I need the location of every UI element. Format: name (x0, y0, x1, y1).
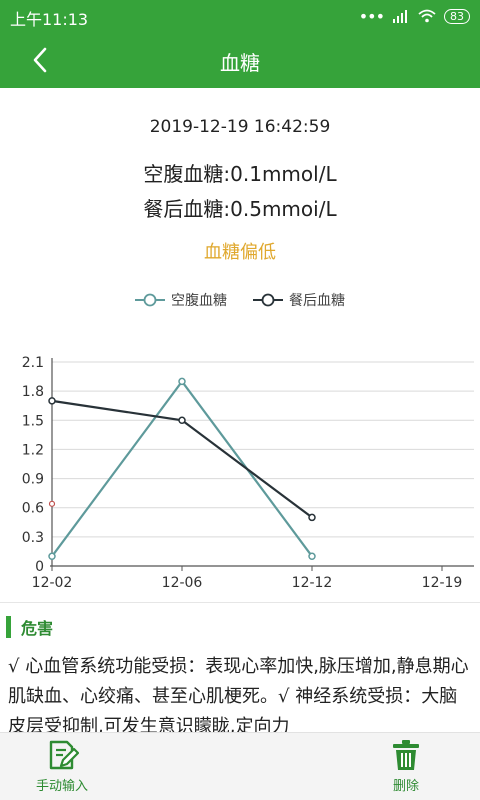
data-point (178, 416, 186, 425)
legend-label-fasting: 空腹血糖 (171, 293, 227, 309)
reference-point (48, 500, 56, 507)
trash-icon (393, 740, 419, 770)
glucose-status-text: 血糖偏低 (204, 242, 276, 263)
x-tick-label: 12-12 (292, 575, 333, 591)
section-accent-bar (6, 616, 11, 638)
y-tick-label: 0 (35, 559, 44, 575)
legend-item-fasting: 空腹血糖 (135, 290, 227, 310)
data-point (308, 552, 316, 561)
legend-label-post: 餐后血糖 (289, 293, 345, 309)
chart-legend: 空腹血糖 餐后血糖 (0, 290, 480, 310)
y-tick-label: 0.3 (22, 530, 44, 546)
y-tick-label: 1.2 (22, 442, 44, 458)
fasting-glucose-value: 空腹血糖:0.1mmol/L (143, 162, 337, 186)
y-tick-label: 1.8 (22, 384, 44, 400)
data-point (178, 377, 186, 386)
status-time: 上午11:13 (10, 10, 89, 29)
record-time: 2019-12-19 16:42:59 (149, 117, 331, 137)
harm-section-header: 危害 (0, 614, 53, 640)
glucose-line-chart: 0 0.3 0.6 0.9 1.2 1.5 1.8 2.1 12-02 12-06 12-12 12-… (22, 355, 474, 591)
more-dots-icon: ••• (358, 6, 385, 26)
manual-input-button[interactable]: 手动输入 (36, 739, 88, 794)
battery-icon: 83 (444, 8, 470, 24)
data-point (48, 397, 56, 405)
legend-swatch-fasting (135, 293, 165, 307)
app-bar: 血糖 (0, 32, 480, 88)
y-tick-label: 0.6 (22, 501, 44, 517)
wifi-icon (418, 9, 436, 23)
manual-input-label: 手动输入 (36, 779, 89, 794)
y-tick-label: 0.9 (22, 472, 44, 488)
y-tick-label: 1.5 (22, 413, 44, 429)
divider (0, 602, 480, 603)
y-tick-label: 2.1 (22, 355, 44, 371)
harm-section-title: 危害 (21, 619, 54, 638)
x-tick-label: 12-19 (422, 575, 463, 591)
delete-label: 删除 (392, 779, 419, 794)
harm-description: √ 心血管系统功能受损：表现心率加快,脉压增加,静息期心肌缺血、心绞痛、甚至心肌… (8, 656, 469, 737)
edit-document-icon (49, 740, 79, 770)
status-bar: 上午11:13 ••• 83 (0, 0, 480, 32)
x-tick-label: 12-06 (162, 575, 203, 591)
status-icons: ••• 83 (358, 6, 470, 26)
signal-icon (393, 10, 407, 23)
data-point (48, 552, 56, 561)
delete-button[interactable]: 删除 (392, 739, 420, 794)
x-tick-label: 12-02 (32, 575, 73, 591)
bottom-bar: 手动输入 删除 (0, 732, 480, 800)
data-point (308, 513, 316, 522)
postprandial-glucose-value: 餐后血糖:0.5mmoi/L (143, 197, 337, 221)
legend-item-post: 餐后血糖 (253, 290, 345, 310)
page-title: 血糖 (220, 51, 260, 75)
legend-swatch-post (253, 293, 283, 307)
